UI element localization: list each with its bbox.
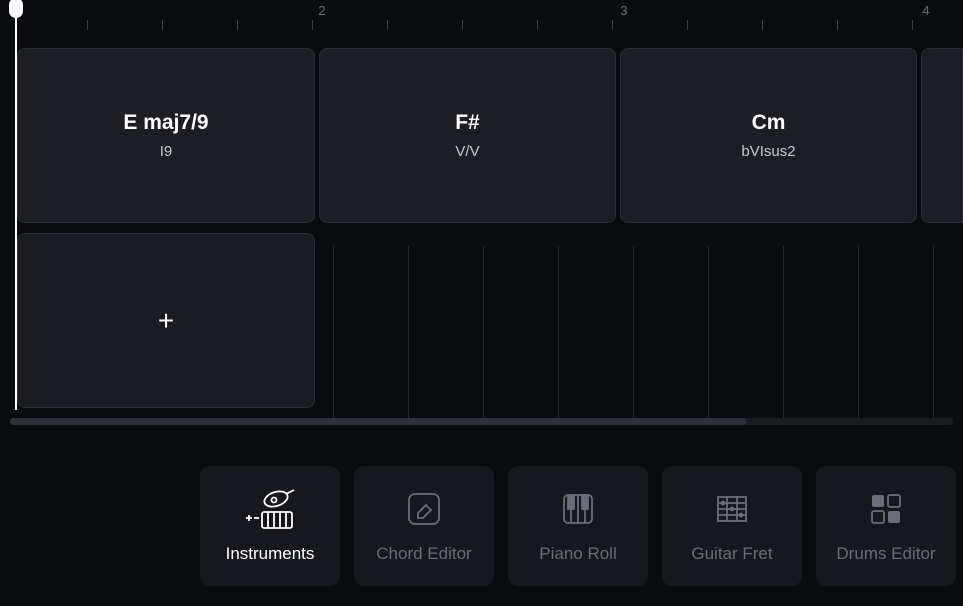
chord-editor-icon xyxy=(404,488,444,530)
playhead[interactable] xyxy=(15,0,17,410)
tab-label: Drums Editor xyxy=(836,544,935,564)
tab-chord-editor[interactable]: Chord Editor xyxy=(354,466,494,586)
tab-guitar-fret[interactable]: Guitar Fret xyxy=(662,466,802,586)
chord-name: Cm xyxy=(752,111,786,135)
ruler-label: 3 xyxy=(620,3,627,18)
chord-block[interactable]: Cm bVIsus2 xyxy=(620,48,917,223)
chord-roman: I9 xyxy=(160,143,173,160)
piano-roll-icon xyxy=(558,488,598,530)
chord-block[interactable]: E maj7/9 I9 xyxy=(17,48,315,223)
add-track-button[interactable]: + xyxy=(17,233,315,408)
grid-lines xyxy=(333,246,963,421)
tab-instruments[interactable]: Instruments xyxy=(200,466,340,586)
chord-row: E maj7/9 I9 F# V/V Cm bVIsus2 xyxy=(15,48,963,223)
ruler-label: 2 xyxy=(318,3,325,18)
tab-label: Chord Editor xyxy=(376,544,471,564)
chord-name: E maj7/9 xyxy=(123,111,208,135)
horizontal-scrollbar[interactable] xyxy=(10,418,953,425)
tab-label: Instruments xyxy=(226,544,315,564)
tab-drums-editor[interactable]: Drums Editor xyxy=(816,466,956,586)
drums-editor-icon xyxy=(866,488,906,530)
tab-label: Guitar Fret xyxy=(691,544,772,564)
plus-icon: + xyxy=(158,305,174,337)
scrollbar-thumb[interactable] xyxy=(10,418,746,425)
ruler-label: 4 xyxy=(922,3,929,18)
chord-roman: bVIsus2 xyxy=(741,143,795,160)
timeline-area: E maj7/9 I9 F# V/V Cm bVIsus2 + xyxy=(15,48,963,408)
chord-block-partial[interactable] xyxy=(921,48,963,223)
editor-tabs: Instruments Chord Editor Piano Roll xyxy=(200,466,956,586)
tab-piano-roll[interactable]: Piano Roll xyxy=(508,466,648,586)
instruments-icon xyxy=(242,488,298,530)
guitar-fret-icon xyxy=(712,488,752,530)
chord-block[interactable]: F# V/V xyxy=(319,48,616,223)
chord-name: F# xyxy=(455,111,480,135)
tab-label: Piano Roll xyxy=(539,544,617,564)
chord-roman: V/V xyxy=(455,143,479,160)
timeline-ruler[interactable]: 2 3 4 xyxy=(15,0,963,30)
